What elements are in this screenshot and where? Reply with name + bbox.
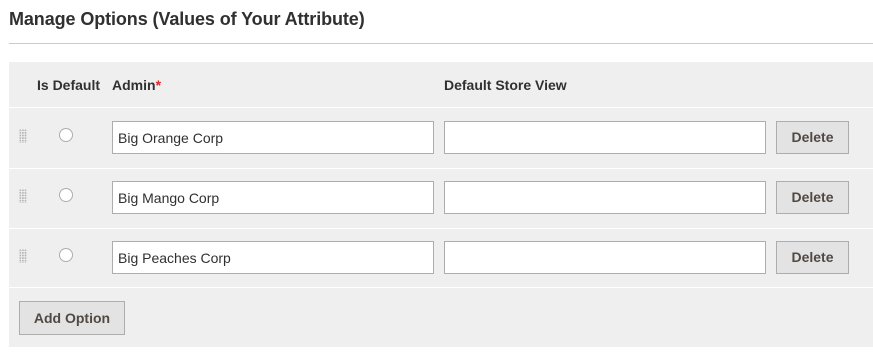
- header-admin-label: Admin: [112, 77, 156, 93]
- option-row: Delete: [9, 228, 873, 288]
- required-asterisk: *: [155, 77, 162, 93]
- delete-option-button[interactable]: Delete: [776, 181, 849, 214]
- drag-handle-icon[interactable]: [19, 129, 27, 143]
- header-default-store-view: Default Store View: [444, 77, 567, 93]
- drag-handle-icon[interactable]: [19, 189, 27, 203]
- is-default-radio[interactable]: [59, 128, 73, 142]
- add-option-button[interactable]: Add Option: [19, 301, 125, 335]
- option-row: Delete: [9, 108, 873, 168]
- row-divider: [9, 287, 873, 288]
- option-row: Delete: [9, 168, 873, 228]
- drag-handle-icon[interactable]: [19, 249, 27, 263]
- store-view-value-input[interactable]: [444, 241, 766, 274]
- store-view-value-input[interactable]: [444, 181, 766, 214]
- delete-option-button[interactable]: Delete: [776, 121, 849, 154]
- header-is-default: Is Default: [37, 77, 101, 93]
- title-divider: [9, 43, 873, 44]
- is-default-radio[interactable]: [59, 188, 73, 202]
- admin-value-input[interactable]: [112, 121, 434, 154]
- delete-option-button[interactable]: Delete: [776, 241, 849, 274]
- store-view-value-input[interactable]: [444, 121, 766, 154]
- header-admin: Admin*: [112, 77, 161, 93]
- admin-value-input[interactable]: [112, 241, 434, 274]
- is-default-radio[interactable]: [59, 248, 73, 262]
- section-title: Manage Options (Values of Your Attribute…: [9, 9, 365, 29]
- admin-value-input[interactable]: [112, 181, 434, 214]
- manage-options-table: Is Default Admin* Default Store View Del…: [9, 62, 873, 347]
